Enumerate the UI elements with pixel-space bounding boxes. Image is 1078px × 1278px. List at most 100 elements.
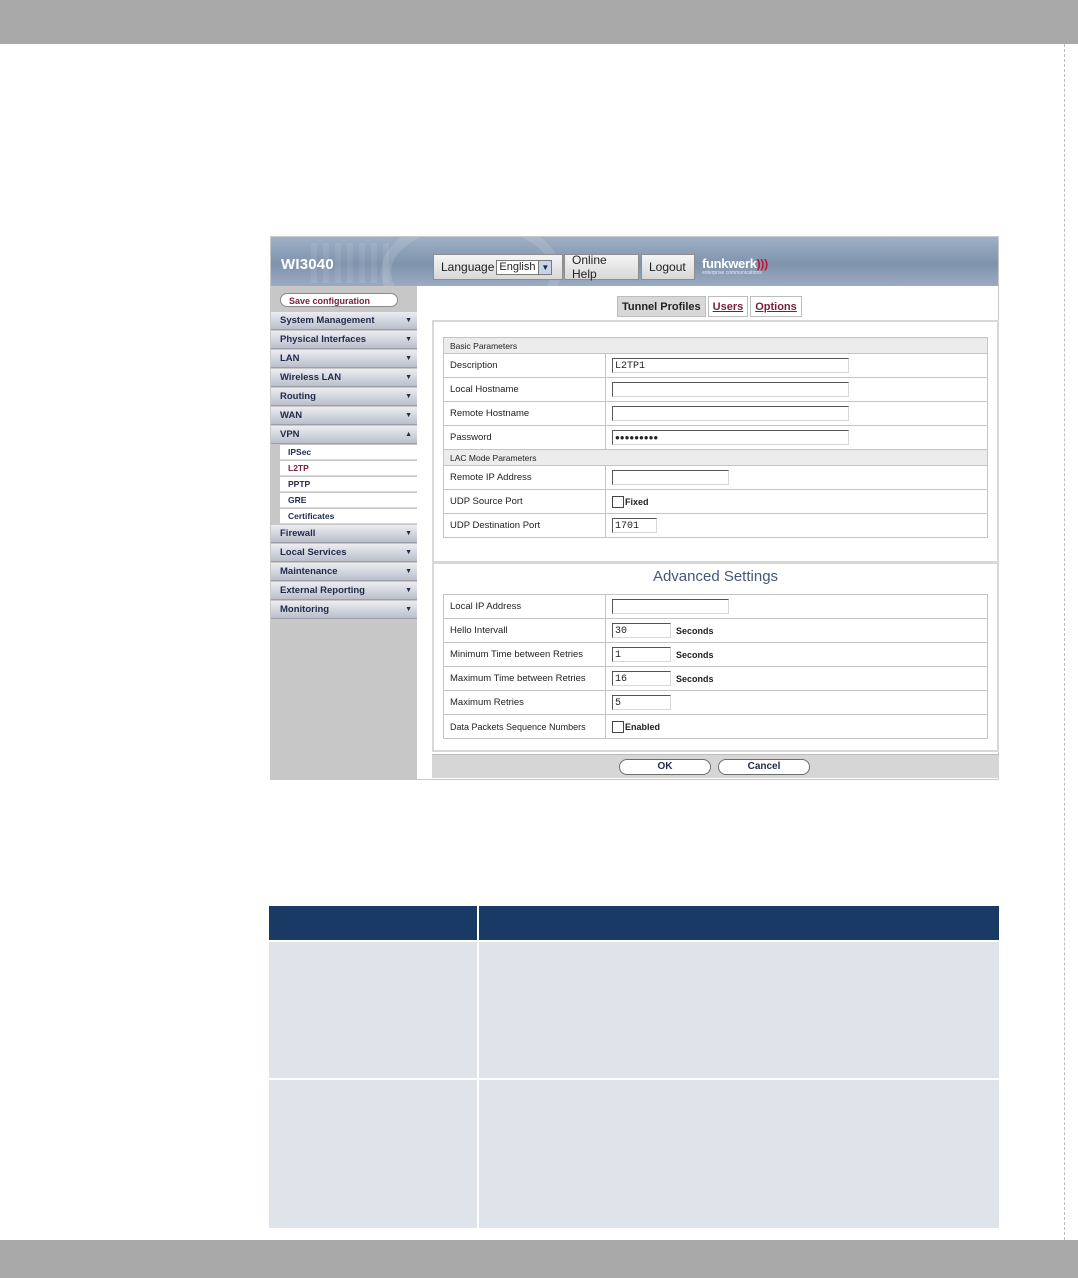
remote-hostname-label: Remote Hostname (443, 401, 606, 426)
language-select[interactable]: English ▼ (496, 259, 553, 275)
form-row: Maximum Time between Retries 16 Seconds (443, 666, 988, 691)
remote-ip-input[interactable] (612, 470, 729, 485)
sidebar-item-firewall[interactable]: Firewall ▼ (271, 525, 417, 543)
udp-destination-port-input[interactable]: 1701 (612, 518, 657, 533)
enabled-label: Enabled (625, 721, 661, 732)
description-table (269, 906, 999, 1228)
hello-interval-input[interactable]: 30 (612, 623, 671, 638)
max-retry-time-label: Maximum Time between Retries (443, 666, 606, 691)
table-row (269, 940, 999, 1078)
form-row: Minimum Time between Retries 1 Seconds (443, 642, 988, 667)
max-retry-time-input[interactable]: 16 (612, 671, 671, 686)
product-name: WI3040 (281, 256, 334, 273)
seconds-unit: Seconds (676, 625, 714, 636)
table-header-cell (479, 906, 999, 940)
min-retry-time-label: Minimum Time between Retries (443, 642, 606, 667)
local-hostname-input[interactable] (612, 382, 849, 397)
sidebar-item-label: Maintenance (280, 566, 338, 577)
button-bar: OK Cancel (432, 754, 999, 778)
cancel-button[interactable]: Cancel (718, 759, 810, 775)
sidebar-item-physical-interfaces[interactable]: Physical Interfaces ▼ (271, 331, 417, 349)
sidebar-subitem-gre[interactable]: GRE (280, 493, 417, 508)
sidebar-item-system-management[interactable]: System Management ▼ (271, 312, 417, 330)
sidebar-item-routing[interactable]: Routing ▼ (271, 388, 417, 406)
sidebar-item-local-services[interactable]: Local Services ▼ (271, 544, 417, 562)
sidebar: Save configuration System Management ▼ Ph… (271, 286, 417, 780)
enabled-checkbox[interactable] (612, 720, 624, 733)
sidebar-item-vpn[interactable]: VPN ▲ (271, 426, 417, 444)
chevron-down-icon: ▼ (405, 317, 412, 324)
page-top-band (0, 0, 1078, 44)
min-retry-time-input[interactable]: 1 (612, 647, 671, 662)
sidebar-item-maintenance[interactable]: Maintenance ▼ (271, 563, 417, 581)
form-row: Local IP Address (443, 594, 988, 619)
sidebar-nav: System Management ▼ Physical Interfaces ▼ … (271, 312, 417, 620)
table-header (269, 906, 999, 940)
basic-parameters-heading: Basic Parameters (443, 337, 988, 354)
sidebar-item-label: Physical Interfaces (280, 334, 367, 345)
form-row: Remote IP Address (443, 465, 988, 490)
chevron-down-icon: ▼ (405, 355, 412, 362)
app-header: WI3040 Language English ▼ Online Help Lo… (271, 237, 998, 286)
udp-source-port-label: UDP Source Port (443, 489, 606, 514)
chevron-down-icon: ▼ (405, 374, 412, 381)
form-row: Data Packets Sequence Numbers Enabled (443, 714, 988, 739)
sidebar-item-monitoring[interactable]: Monitoring ▼ (271, 601, 417, 619)
sidebar-item-lan[interactable]: LAN ▼ (271, 350, 417, 368)
table-row (269, 1078, 999, 1228)
table-cell (479, 1080, 999, 1228)
tab-users[interactable]: Users (707, 296, 749, 317)
basic-panel: Basic Parameters Description L2TP1 Local… (432, 320, 999, 563)
sidebar-subitem-certificates[interactable]: Certificates (280, 509, 417, 524)
udp-destination-port-label: UDP Destination Port (443, 513, 606, 538)
fixed-checkbox[interactable] (612, 495, 624, 508)
language-label: Language (441, 260, 495, 274)
form-row: Password ●●●●●●●●● (443, 425, 988, 450)
form-row: Maximum Retries 5 (443, 690, 988, 715)
form-row: Remote Hostname (443, 401, 988, 426)
local-ip-input[interactable] (612, 599, 729, 614)
max-retries-input[interactable]: 5 (612, 695, 671, 710)
ok-button[interactable]: OK (619, 759, 711, 775)
chevron-down-icon: ▼ (405, 336, 412, 343)
online-help-button[interactable]: Online Help (564, 253, 639, 281)
language-selector[interactable]: Language English ▼ (433, 254, 563, 280)
sidebar-subitem-ipsec[interactable]: IPSec (280, 445, 417, 460)
table-header-cell (269, 906, 479, 940)
sidebar-item-label: Local Services (280, 547, 347, 558)
sidebar-subitem-pptp[interactable]: PPTP (280, 477, 417, 492)
logo-waves-icon: ))) (756, 257, 768, 271)
advanced-settings-table: Local IP Address Hello Intervall 30 Secon… (443, 594, 988, 739)
sequence-numbers-label: Data Packets Sequence Numbers (443, 714, 606, 739)
save-configuration-button[interactable]: Save configuration (280, 293, 398, 307)
sidebar-subitem-l2tp[interactable]: L2TP (280, 461, 417, 476)
chevron-down-icon[interactable]: ▼ (538, 260, 552, 274)
local-hostname-label: Local Hostname (443, 377, 606, 402)
chevron-down-icon: ▼ (405, 549, 412, 556)
sidebar-item-external-reporting[interactable]: External Reporting ▼ (271, 582, 417, 600)
basic-parameters-table: Basic Parameters Description L2TP1 Local… (443, 337, 988, 538)
description-label: Description (443, 353, 606, 378)
sidebar-item-wan[interactable]: WAN ▼ (271, 407, 417, 425)
logout-button[interactable]: Logout (641, 254, 695, 280)
tab-tunnel-profiles[interactable]: Tunnel Profiles (617, 296, 706, 317)
form-row: UDP Destination Port 1701 (443, 513, 988, 538)
logo-text: funkwerk (702, 256, 757, 271)
remote-hostname-input[interactable] (612, 406, 849, 421)
sidebar-item-wireless-lan[interactable]: Wireless LAN ▼ (271, 369, 417, 387)
sidebar-item-label: Monitoring (280, 604, 330, 615)
chevron-down-icon: ▼ (405, 412, 412, 419)
password-label: Password (443, 425, 606, 450)
sidebar-item-label: LAN (280, 353, 300, 364)
router-screenshot: WI3040 Language English ▼ Online Help Lo… (270, 236, 999, 780)
sidebar-item-label: Wireless LAN (280, 372, 342, 383)
fixed-label: Fixed (625, 496, 649, 507)
form-row: UDP Source Port Fixed (443, 489, 988, 514)
hello-interval-label: Hello Intervall (443, 618, 606, 643)
advanced-panel: Advanced Settings Local IP Address Hello… (432, 562, 999, 752)
password-input[interactable]: ●●●●●●●●● (612, 430, 849, 445)
page-bottom-band (0, 1240, 1078, 1278)
tab-options[interactable]: Options (750, 296, 802, 317)
description-input[interactable]: L2TP1 (612, 358, 849, 373)
local-ip-label: Local IP Address (443, 594, 606, 619)
